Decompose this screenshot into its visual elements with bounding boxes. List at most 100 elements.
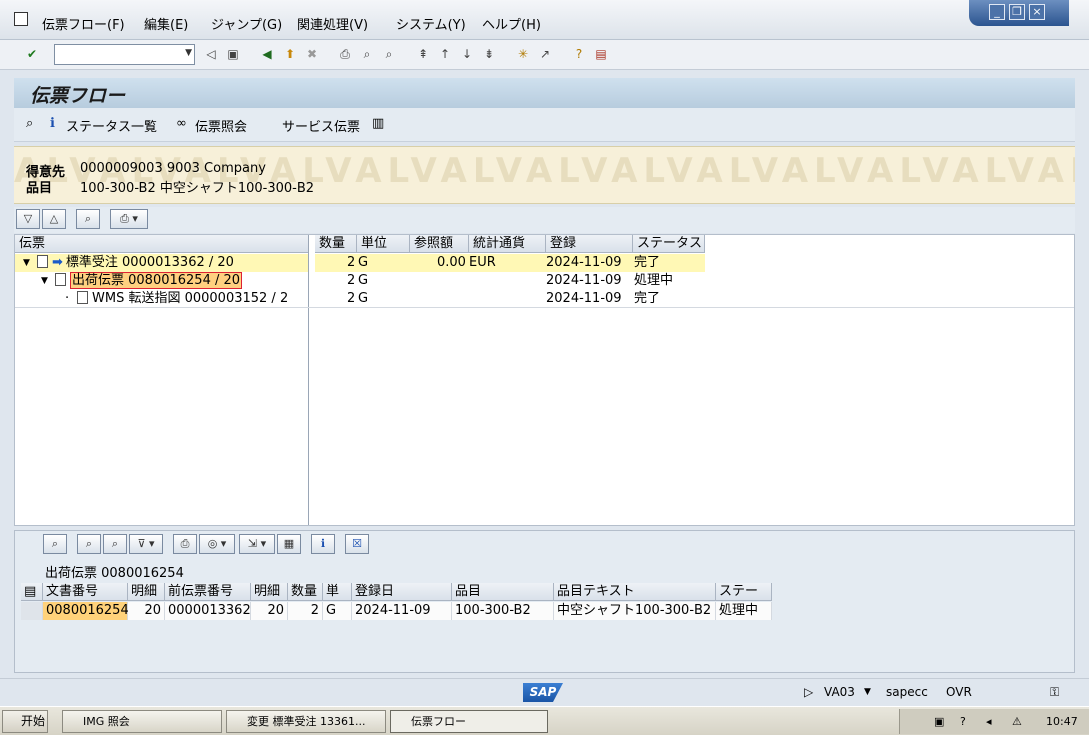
row-doc-text[interactable]: 出荷伝票 0080016254 / 20	[70, 272, 243, 289]
next-page-icon[interactable]: ↓	[458, 45, 476, 63]
help-icon[interactable]: ?	[570, 45, 588, 63]
display-document-button[interactable]: 伝票照会	[195, 116, 247, 135]
menu-system[interactable]: システム(Y)	[396, 14, 466, 33]
filter-dropdown-icon[interactable]: ⊽ ▾	[129, 534, 163, 554]
window-controls: _ ❐ ×	[969, 0, 1069, 26]
start-button[interactable]: 开始	[2, 710, 48, 733]
find-next-icon[interactable]: ⌕	[380, 45, 398, 63]
grid-header-status[interactable]: ステー	[716, 583, 772, 601]
export-dropdown-icon[interactable]: ⇲ ▾	[239, 534, 275, 554]
grid-cell-prev-doc: 0000013362	[165, 602, 251, 620]
grid-header-doc-no[interactable]: 文書番号	[43, 583, 128, 601]
tree-header-status[interactable]: ステータス	[633, 235, 705, 253]
help-icon[interactable]: ?	[960, 709, 966, 734]
grid-title: 出荷伝票 0080016254	[45, 566, 184, 581]
previous-page-icon[interactable]: ↑	[436, 45, 454, 63]
application-toolbar: ⌕ ℹ ステータス一覧 ∞ 伝票照会 サービス伝票 ▥	[14, 108, 1075, 142]
task-img-display[interactable]: IMG 照会	[62, 710, 222, 733]
tree-header-document[interactable]: 伝票	[15, 235, 309, 253]
new-session-icon[interactable]: ✳	[514, 45, 532, 63]
find-icon[interactable]: ⌕	[77, 534, 101, 554]
document-icon	[77, 291, 88, 304]
save-icon[interactable]: ▣	[224, 45, 242, 63]
customer-value: 0000009003 9003 Company	[80, 161, 266, 176]
row-selector[interactable]	[21, 602, 43, 620]
close-grid-icon[interactable]: ☒	[345, 534, 369, 554]
last-page-icon[interactable]: ⇟	[480, 45, 498, 63]
grid-header-unit[interactable]: 単	[323, 583, 352, 601]
grid-header-prev-item[interactable]: 明細	[251, 583, 288, 601]
find-icon[interactable]: ⌕	[358, 45, 376, 63]
network-icon[interactable]: ▣	[934, 709, 944, 734]
chevron-down-icon[interactable]: ▼	[185, 48, 192, 58]
views-dropdown-icon[interactable]: ◎ ▾	[199, 534, 235, 554]
collapse-icon[interactable]: ▼	[23, 254, 30, 272]
grid-header-qty[interactable]: 数量	[288, 583, 323, 601]
menu-edit[interactable]: 編集(E)	[144, 14, 188, 33]
chevron-down-icon[interactable]: ▼	[864, 687, 871, 697]
exit-icon[interactable]: ⬆	[281, 45, 299, 63]
tree-header-created[interactable]: 登録	[546, 235, 633, 253]
tree-header-unit[interactable]: 単位	[357, 235, 410, 253]
cancel-icon[interactable]: ✖	[303, 45, 321, 63]
tree-header-ref-amount[interactable]: 参照額	[410, 235, 469, 253]
tree-header-currency[interactable]: 統計通貨	[469, 235, 546, 253]
row-unit: G	[358, 255, 369, 270]
volume-icon[interactable]: ◂	[986, 709, 992, 734]
shortcut-icon[interactable]: ↗	[536, 45, 554, 63]
grid-header-material-text[interactable]: 品目テキスト	[554, 583, 716, 601]
tree-row[interactable]: · WMS 転送指図 0000003152 / 2 2 G 2024-11-09…	[15, 290, 1074, 308]
tree-row[interactable]: ▼ 出荷伝票 0080016254 / 20 2 G 2024-11-09 処理…	[15, 272, 1074, 290]
collapse-all-icon[interactable]: △	[42, 209, 66, 229]
row-doc-text[interactable]: WMS 転送指図 0000003152 / 2	[92, 291, 288, 306]
print-dropdown-icon[interactable]: ⎙ ▾	[110, 209, 148, 229]
tree-row[interactable]: ▼ ➡ 標準受注 0000013362 / 20 2 G 0.00 EUR 202…	[15, 254, 1074, 272]
find-icon[interactable]: ⌕	[76, 209, 100, 229]
menu-environment[interactable]: 関連処理(V)	[297, 14, 368, 33]
row-status: 処理中	[634, 273, 674, 288]
layout-menu-icon[interactable]: ▤	[592, 45, 610, 63]
find-next-icon[interactable]: ⌕	[103, 534, 127, 554]
back-icon[interactable]: ◀	[258, 45, 276, 63]
grid-cell-qty: 2	[288, 602, 323, 620]
print-icon[interactable]: ⎙	[173, 534, 197, 554]
service-document-button[interactable]: サービス伝票	[282, 116, 360, 135]
print-icon[interactable]: ⎙	[336, 45, 354, 63]
enter-icon[interactable]: ✔	[23, 45, 41, 63]
row-doc-text[interactable]: 標準受注 0000013362 / 20	[66, 255, 234, 270]
clock: 10:47	[1046, 715, 1078, 728]
chart-icon[interactable]: ▥	[372, 116, 384, 131]
arrow-left-icon[interactable]: ◁	[202, 45, 220, 63]
task-document-flow[interactable]: 伝票フロー	[390, 710, 548, 733]
material-label: 品目	[26, 181, 53, 196]
minimize-icon[interactable]: _	[989, 4, 1005, 20]
grid-header-material[interactable]: 品目	[452, 583, 554, 601]
grid-header-item[interactable]: 明細	[128, 583, 165, 601]
grid-cell-doc-no[interactable]: 0080016254	[43, 602, 129, 620]
tree-header-quantity[interactable]: 数量	[315, 235, 357, 253]
standard-toolbar: ✔ ▼ ◁ ▣ ◀ ⬆ ✖ ⎙ ⌕ ⌕ ⇞ ↑ ↓ ⇟ ✳ ↗ ? ▤	[0, 40, 1089, 70]
info-icon[interactable]: ℹ	[311, 534, 335, 554]
select-all-icon[interactable]: ▤	[21, 583, 43, 601]
task-change-order[interactable]: 変更 標準受注 13361...	[226, 710, 386, 733]
expand-all-icon[interactable]: ▽	[16, 209, 40, 229]
warning-icon[interactable]: ⚠	[1012, 709, 1022, 734]
play-icon[interactable]: ▷	[804, 685, 813, 699]
restore-icon[interactable]: ❐	[1009, 4, 1025, 20]
layout-icon[interactable]: ▦	[277, 534, 301, 554]
system-menu-icon[interactable]	[14, 12, 28, 26]
menu-goto[interactable]: ジャンプ(G)	[211, 14, 282, 33]
command-field[interactable]: ▼	[54, 44, 195, 65]
menu-document-flow[interactable]: 伝票フロー(F)	[42, 14, 125, 33]
first-page-icon[interactable]: ⇞	[414, 45, 432, 63]
row-doc-cell: 出荷伝票 0080016254 / 20	[55, 272, 243, 290]
details-icon[interactable]: ⌕	[43, 534, 67, 554]
display-icon[interactable]: ⌕	[26, 116, 33, 131]
menu-help[interactable]: ヘルプ(H)	[482, 14, 541, 33]
grid-header-created[interactable]: 登録日	[352, 583, 452, 601]
status-overview-button[interactable]: ステータス一覧	[66, 116, 157, 135]
close-window-icon[interactable]: ×	[1029, 4, 1045, 20]
lock-icon[interactable]: ⚿	[1050, 685, 1059, 700]
collapse-icon[interactable]: ▼	[41, 272, 48, 290]
grid-header-prev-doc[interactable]: 前伝票番号	[165, 583, 251, 601]
